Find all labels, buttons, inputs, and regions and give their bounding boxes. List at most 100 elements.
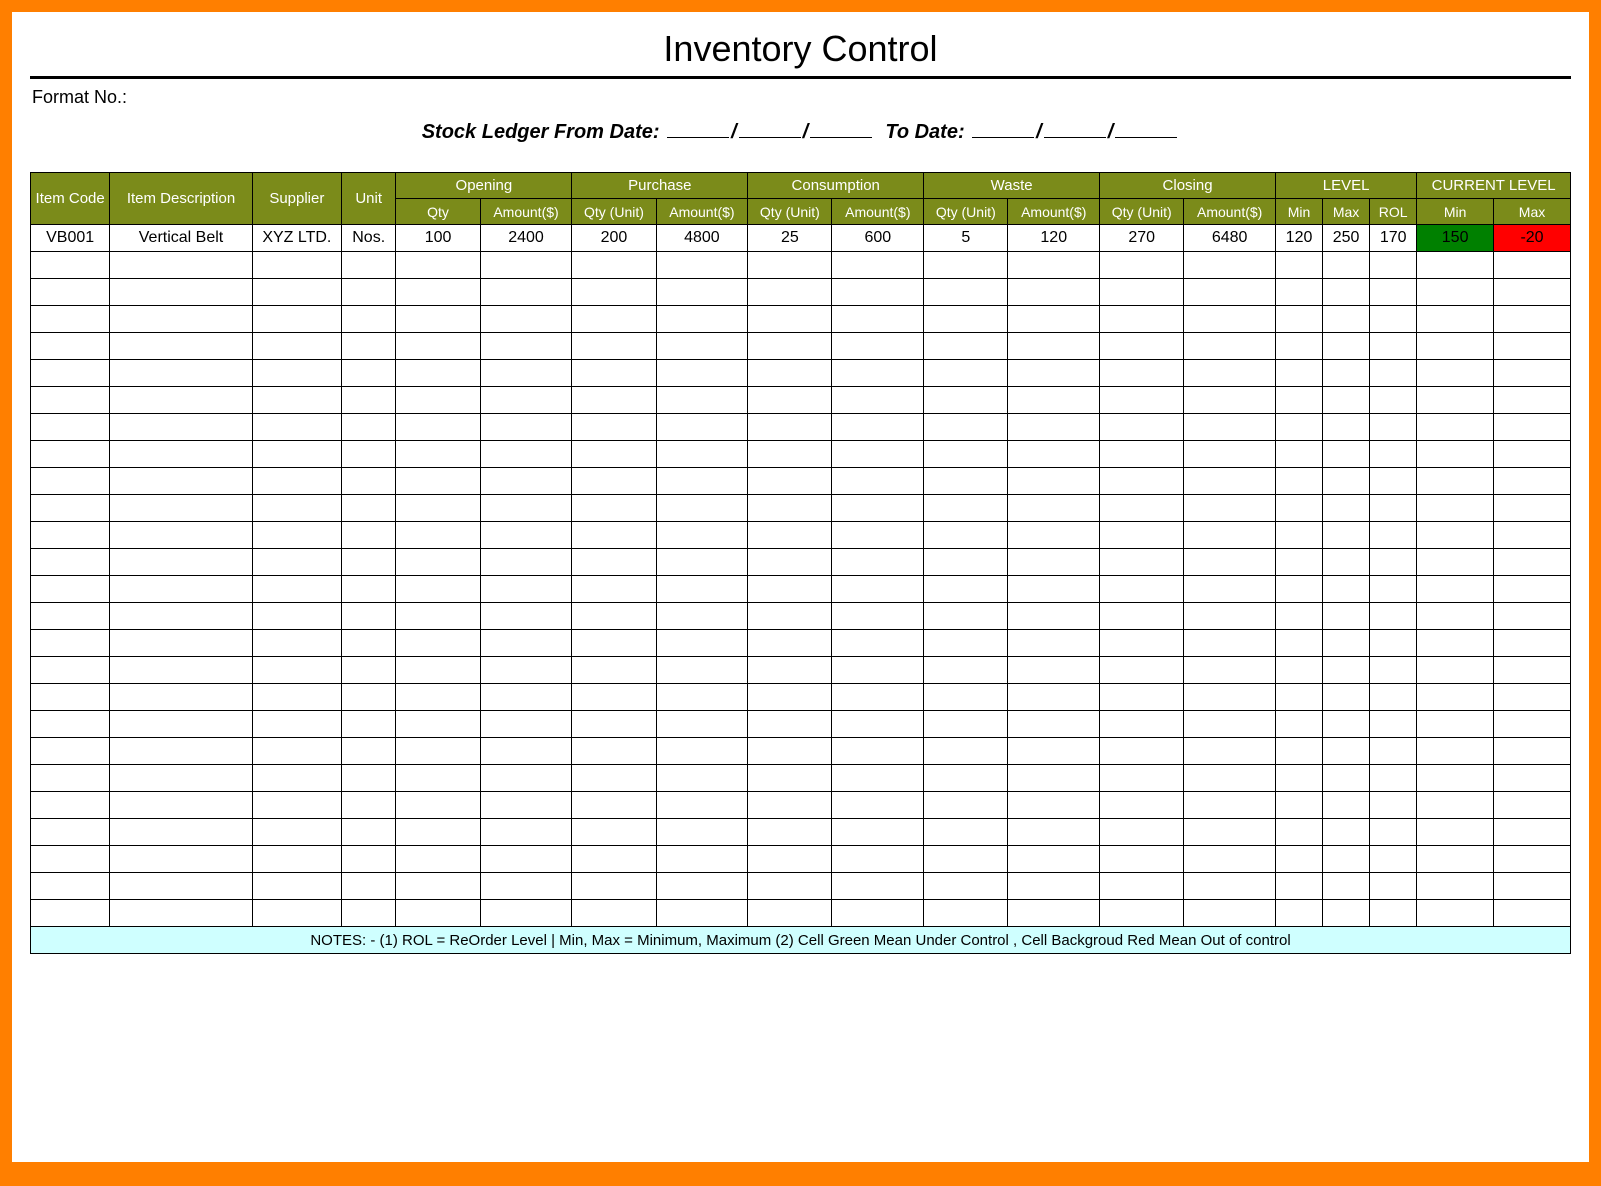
empty-cell[interactable] [572, 252, 656, 279]
empty-cell[interactable] [1417, 360, 1494, 387]
empty-cell[interactable] [1184, 792, 1276, 819]
empty-cell[interactable] [924, 819, 1008, 846]
empty-cell[interactable] [1323, 414, 1370, 441]
empty-cell[interactable] [748, 792, 832, 819]
empty-cell[interactable] [341, 522, 396, 549]
empty-cell[interactable] [1100, 765, 1184, 792]
empty-cell[interactable] [832, 846, 924, 873]
empty-cell[interactable] [1276, 441, 1323, 468]
empty-cell[interactable] [924, 333, 1008, 360]
empty-cell[interactable] [1323, 333, 1370, 360]
empty-cell[interactable] [110, 333, 252, 360]
empty-cell[interactable] [341, 495, 396, 522]
empty-cell[interactable] [396, 738, 480, 765]
empty-cell[interactable] [1008, 900, 1100, 927]
empty-cell[interactable] [924, 738, 1008, 765]
empty-cell[interactable] [1008, 765, 1100, 792]
empty-cell[interactable] [341, 333, 396, 360]
empty-cell[interactable] [1323, 792, 1370, 819]
empty-cell[interactable] [396, 765, 480, 792]
empty-cell[interactable] [1417, 630, 1494, 657]
empty-cell[interactable] [1100, 630, 1184, 657]
empty-cell[interactable] [110, 900, 252, 927]
empty-cell[interactable] [832, 819, 924, 846]
empty-cell[interactable] [924, 495, 1008, 522]
empty-cell[interactable] [31, 414, 110, 441]
empty-cell[interactable] [1417, 738, 1494, 765]
empty-cell[interactable] [252, 549, 341, 576]
empty-cell[interactable] [1323, 549, 1370, 576]
empty-cell[interactable] [396, 495, 480, 522]
empty-cell[interactable] [572, 738, 656, 765]
cell-supplier[interactable]: XYZ LTD. [252, 225, 341, 252]
empty-cell[interactable] [924, 711, 1008, 738]
empty-cell[interactable] [1008, 414, 1100, 441]
empty-cell[interactable] [572, 873, 656, 900]
empty-cell[interactable] [252, 657, 341, 684]
empty-cell[interactable] [1100, 306, 1184, 333]
empty-cell[interactable] [748, 738, 832, 765]
empty-cell[interactable] [396, 387, 480, 414]
empty-cell[interactable] [480, 522, 572, 549]
empty-cell[interactable] [1494, 414, 1571, 441]
empty-cell[interactable] [1100, 657, 1184, 684]
empty-cell[interactable] [1100, 603, 1184, 630]
empty-cell[interactable] [748, 711, 832, 738]
empty-cell[interactable] [1184, 900, 1276, 927]
empty-cell[interactable] [1370, 684, 1417, 711]
empty-cell[interactable] [748, 603, 832, 630]
empty-cell[interactable] [396, 468, 480, 495]
empty-cell[interactable] [1494, 306, 1571, 333]
empty-cell[interactable] [31, 252, 110, 279]
empty-cell[interactable] [1370, 279, 1417, 306]
empty-cell[interactable] [480, 792, 572, 819]
empty-cell[interactable] [341, 819, 396, 846]
empty-cell[interactable] [924, 792, 1008, 819]
empty-cell[interactable] [110, 630, 252, 657]
empty-cell[interactable] [748, 657, 832, 684]
empty-cell[interactable] [924, 630, 1008, 657]
empty-cell[interactable] [31, 549, 110, 576]
empty-cell[interactable] [1276, 387, 1323, 414]
empty-cell[interactable] [832, 684, 924, 711]
empty-cell[interactable] [924, 603, 1008, 630]
empty-cell[interactable] [480, 603, 572, 630]
empty-cell[interactable] [1100, 900, 1184, 927]
empty-cell[interactable] [748, 414, 832, 441]
empty-cell[interactable] [110, 819, 252, 846]
empty-cell[interactable] [1276, 684, 1323, 711]
empty-cell[interactable] [396, 441, 480, 468]
empty-cell[interactable] [1494, 495, 1571, 522]
empty-cell[interactable] [1100, 549, 1184, 576]
empty-cell[interactable] [1370, 522, 1417, 549]
empty-cell[interactable] [748, 468, 832, 495]
empty-cell[interactable] [1008, 846, 1100, 873]
empty-cell[interactable] [1494, 279, 1571, 306]
empty-cell[interactable] [1184, 873, 1276, 900]
empty-cell[interactable] [1100, 684, 1184, 711]
empty-cell[interactable] [1100, 252, 1184, 279]
empty-cell[interactable] [832, 630, 924, 657]
empty-cell[interactable] [252, 333, 341, 360]
empty-cell[interactable] [341, 576, 396, 603]
empty-cell[interactable] [1323, 252, 1370, 279]
empty-cell[interactable] [396, 414, 480, 441]
empty-cell[interactable] [1417, 873, 1494, 900]
empty-cell[interactable] [572, 549, 656, 576]
empty-cell[interactable] [1417, 846, 1494, 873]
empty-cell[interactable] [1323, 468, 1370, 495]
empty-cell[interactable] [1370, 441, 1417, 468]
empty-cell[interactable] [1184, 414, 1276, 441]
empty-cell[interactable] [832, 711, 924, 738]
empty-cell[interactable] [31, 900, 110, 927]
empty-cell[interactable] [110, 387, 252, 414]
empty-cell[interactable] [1184, 333, 1276, 360]
empty-cell[interactable] [1417, 549, 1494, 576]
empty-cell[interactable] [1276, 873, 1323, 900]
empty-cell[interactable] [252, 252, 341, 279]
cell-waste_qty[interactable]: 5 [924, 225, 1008, 252]
empty-cell[interactable] [1494, 333, 1571, 360]
empty-cell[interactable] [110, 279, 252, 306]
empty-cell[interactable] [656, 333, 748, 360]
empty-cell[interactable] [924, 549, 1008, 576]
